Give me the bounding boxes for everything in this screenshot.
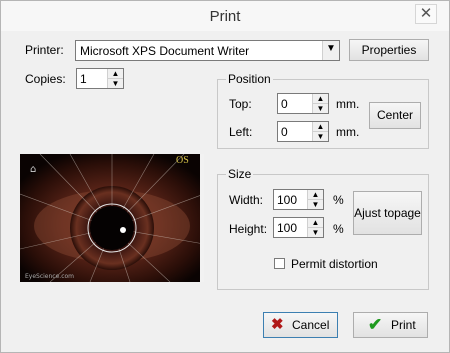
width-unit: % <box>333 193 344 207</box>
spin-down-icon[interactable]: ▼ <box>308 228 323 237</box>
left-spinner[interactable]: 0 ▲ ▼ <box>277 121 329 142</box>
spin-down-icon[interactable]: ▼ <box>308 200 323 209</box>
height-unit: % <box>333 222 344 236</box>
center-button[interactable]: Center <box>369 102 421 129</box>
chevron-down-icon[interactable]: ▼ <box>322 41 339 60</box>
x-icon: ✖ <box>271 316 284 333</box>
spin-up-icon[interactable]: ▲ <box>308 218 323 228</box>
copies-label: Copies: <box>25 72 66 86</box>
spin-down-icon[interactable]: ▼ <box>108 79 123 88</box>
preview-watermark: EyeScience.com <box>25 273 74 280</box>
checkmark-icon: ✔ <box>368 315 383 334</box>
spin-up-icon[interactable]: ▲ <box>108 69 123 79</box>
svg-text:⌂: ⌂ <box>30 164 36 175</box>
copies-value: 1 <box>80 72 87 86</box>
width-label: Width: <box>229 193 264 207</box>
close-icon: ✕ <box>419 5 433 22</box>
spin-up-icon[interactable]: ▲ <box>313 122 328 132</box>
spin-down-icon[interactable]: ▼ <box>313 132 328 141</box>
print-label: Print <box>391 318 416 332</box>
spin-up-icon[interactable]: ▲ <box>313 94 328 104</box>
title-bar: Print ✕ <box>1 1 449 31</box>
print-dialog: Print ✕ Printer: Microsoft XPS Document … <box>0 0 450 353</box>
permit-distortion-checkbox[interactable] <box>274 258 285 269</box>
eye-image: ⌂ EyeScience.com <box>20 154 204 282</box>
width-spinner[interactable]: 100 ▲ ▼ <box>273 189 324 210</box>
preview-image: ⌂ EyeScience.com OS <box>20 154 204 282</box>
close-button[interactable]: ✕ <box>415 4 437 24</box>
eye-label: OS <box>176 155 189 166</box>
top-spinner-arrows[interactable]: ▲ ▼ <box>312 94 328 113</box>
left-value: 0 <box>281 125 288 139</box>
window-title: Print <box>209 8 241 25</box>
properties-button[interactable]: Properties <box>349 39 429 61</box>
width-spinner-arrows[interactable]: ▲ ▼ <box>307 190 323 209</box>
copies-spinner[interactable]: 1 ▲ ▼ <box>76 68 124 89</box>
left-label: Left: <box>229 125 253 139</box>
top-unit: mm. <box>336 97 360 111</box>
size-group-title: Size <box>226 167 254 181</box>
adjust-to-page-button[interactable]: Ajust topage <box>353 191 422 235</box>
height-label: Height: <box>229 222 268 236</box>
print-button[interactable]: ✔ Print <box>353 312 428 338</box>
cancel-label: Cancel <box>292 318 330 332</box>
left-spinner-arrows[interactable]: ▲ ▼ <box>312 122 328 141</box>
spin-up-icon[interactable]: ▲ <box>308 190 323 200</box>
position-group-title: Position <box>226 72 273 86</box>
printer-label: Printer: <box>25 43 64 57</box>
cancel-button[interactable]: ✖ Cancel <box>263 312 338 338</box>
spin-down-icon[interactable]: ▼ <box>313 104 328 113</box>
permit-distortion-label[interactable]: Permit distortion <box>291 257 378 271</box>
copies-spinner-arrows[interactable]: ▲ ▼ <box>107 69 123 88</box>
printer-select-value: Microsoft XPS Document Writer <box>80 44 250 58</box>
height-spinner[interactable]: 100 ▲ ▼ <box>273 217 324 238</box>
width-value: 100 <box>277 193 298 207</box>
height-spinner-arrows[interactable]: ▲ ▼ <box>307 218 323 237</box>
top-value: 0 <box>281 97 288 111</box>
left-unit: mm. <box>336 125 360 139</box>
printer-select[interactable]: Microsoft XPS Document Writer ▼ <box>75 40 340 61</box>
top-spinner[interactable]: 0 ▲ ▼ <box>277 93 329 114</box>
top-label: Top: <box>229 97 252 111</box>
height-value: 100 <box>277 221 298 235</box>
